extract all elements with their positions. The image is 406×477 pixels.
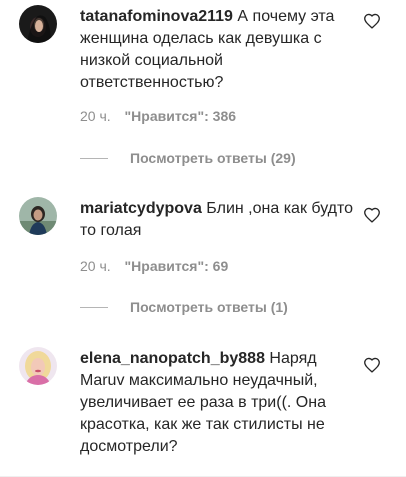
avatar[interactable] — [19, 197, 57, 235]
comment-time: 20 ч. — [80, 108, 111, 124]
view-replies-button[interactable]: Посмотреть ответы (29) — [80, 150, 296, 166]
heart-icon[interactable] — [363, 13, 381, 29]
comment-likes[interactable]: "Нравится": 69 — [125, 258, 229, 274]
comment-likes[interactable]: "Нравится": 386 — [125, 108, 236, 124]
view-replies-button[interactable]: Посмотреть ответы (1) — [80, 299, 288, 315]
avatar[interactable] — [19, 347, 57, 385]
avatar[interactable] — [19, 5, 57, 43]
comment-time: 20 ч. — [80, 258, 111, 274]
heart-icon[interactable] — [363, 207, 381, 223]
heart-icon[interactable] — [363, 357, 381, 373]
comment-username[interactable]: mariatcydypova — [80, 200, 202, 217]
view-replies-label[interactable]: Посмотреть ответы (1) — [130, 299, 288, 315]
blonde-woman-avatar-icon — [19, 347, 57, 385]
replies-divider-line — [80, 306, 108, 308]
replies-divider-line — [80, 157, 108, 159]
view-replies-label[interactable]: Посмотреть ответы (29) — [130, 150, 296, 166]
comment-username[interactable]: tatanafominova2119 — [80, 8, 233, 25]
dark-haired-woman-avatar-icon — [19, 5, 57, 43]
comment-meta: 20 ч. "Нравится": 386 — [80, 108, 236, 124]
comment-username[interactable]: elena_nanopatch_by888 — [80, 350, 265, 367]
comment-meta: 20 ч. "Нравится": 69 — [80, 258, 228, 274]
woman-outdoors-avatar-icon — [19, 197, 57, 235]
